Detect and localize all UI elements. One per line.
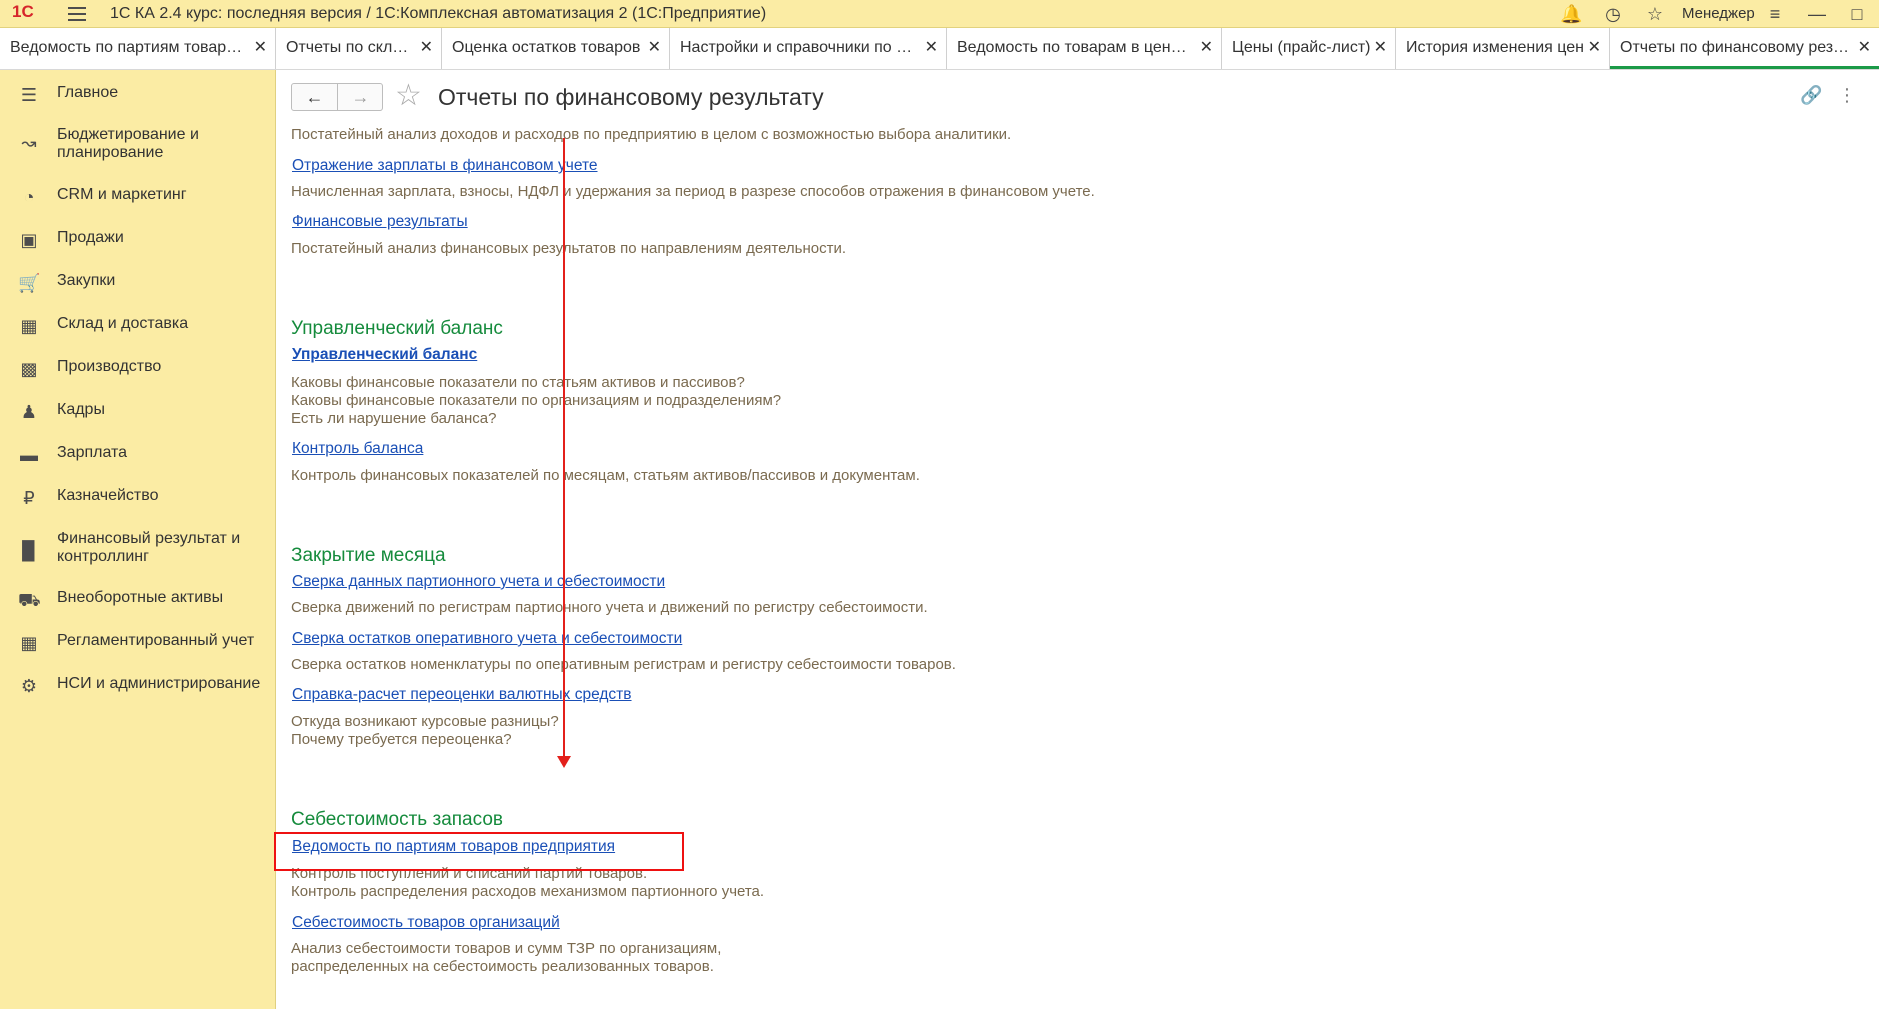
minimize-icon[interactable]: —: [1806, 3, 1828, 25]
report-link-management-balance[interactable]: Управленческий баланс: [292, 346, 477, 364]
report-link-balance-control[interactable]: Контроль баланса: [292, 440, 423, 458]
tab-price-list[interactable]: Цены (прайс-лист) ✕: [1222, 28, 1396, 69]
close-icon[interactable]: ✕: [254, 28, 267, 68]
annotation-arrow-head: [557, 756, 571, 768]
factory-icon: ▩: [20, 359, 38, 379]
title-bar: 1С 1С КА 2.4 курс: последняя версия / 1С…: [0, 0, 1879, 28]
bag-icon: ▣: [20, 230, 38, 250]
page-title: Отчеты по финансовому результату: [438, 84, 824, 110]
section-header-inventory-cost: Себестоимость запасов: [291, 809, 503, 830]
report-description: Начисленная зарплата, взносы, НДФЛ и уде…: [291, 183, 1095, 200]
more-actions-icon[interactable]: ⋮: [1836, 84, 1858, 106]
menu-icon: ☰: [20, 85, 38, 105]
annotation-highlight-box: [274, 832, 684, 871]
report-description: Постатейный анализ доходов и расходов по…: [291, 126, 1012, 143]
report-description: Каковы финансовые показатели по организа…: [291, 392, 782, 409]
history-icon[interactable]: ◷: [1602, 3, 1624, 25]
report-description: Постатейный анализ финансовых результато…: [291, 240, 847, 257]
forward-button[interactable]: →: [337, 84, 383, 110]
calculator-icon: ▦: [20, 633, 38, 653]
tab-goods-statement[interactable]: Ведомость по товарам в цен… ✕: [947, 28, 1222, 69]
report-link-batch-cost-reconciliation[interactable]: Сверка данных партионного учета и себест…: [292, 573, 665, 591]
close-icon[interactable]: ✕: [420, 28, 433, 68]
truck-icon: ⛟: [18, 590, 41, 610]
crm-icon: ◔: [23, 187, 35, 207]
report-description: Анализ себестоимости товаров и сумм ТЗР …: [291, 940, 722, 957]
wallet-icon: ▬: [20, 445, 38, 465]
report-description: Откуда возникают курсовые разницы?: [291, 713, 559, 730]
report-description: распределенных на себестоимость реализов…: [291, 958, 714, 975]
report-link-currency-revaluation[interactable]: Справка-расчет переоценки валютных средс…: [292, 686, 632, 704]
tab-batch-statement[interactable]: Ведомость по партиям товар… ✕: [0, 28, 276, 69]
report-link-salary-reflection[interactable]: Отражение зарплаты в финансовом учете: [292, 157, 598, 175]
add-to-favorites-star-icon[interactable]: ☆: [395, 80, 422, 112]
tab-stock-valuation[interactable]: Оценка остатков товаров ✕: [442, 28, 670, 69]
restore-window-icon[interactable]: □: [1846, 3, 1868, 25]
close-icon[interactable]: ✕: [1588, 28, 1601, 68]
report-link-financial-results[interactable]: Финансовые результаты: [292, 213, 468, 231]
report-description: Сверка движений по регистрам партионного…: [291, 599, 928, 616]
nav-buttons: ← →: [291, 83, 383, 111]
sections-sidebar: ☰ Главное ↝ Бюджетирование и планировани…: [0, 70, 276, 1009]
ruble-icon: ₽: [23, 488, 35, 508]
report-link-operational-balance-reconciliation[interactable]: Сверка остатков оперативного учета и себ…: [292, 630, 682, 648]
gear-icon: ⚙: [20, 676, 38, 696]
close-icon[interactable]: ✕: [925, 28, 938, 68]
tab-financial-result-reports[interactable]: Отчеты по финансовому резу… ✕: [1610, 28, 1879, 69]
notifications-bell-icon[interactable]: 🔔: [1560, 3, 1582, 25]
tab-settings-directories[interactable]: Настройки и справочники по … ✕: [670, 28, 947, 69]
close-icon[interactable]: ✕: [1374, 28, 1387, 68]
open-windows-tabs: Ведомость по партиям товар… ✕ Отчеты по с…: [0, 28, 1879, 70]
back-button[interactable]: ←: [292, 84, 337, 110]
close-icon[interactable]: ✕: [648, 28, 661, 68]
report-description: Почему требуется переоценка?: [291, 731, 512, 748]
tab-warehouse-reports[interactable]: Отчеты по складу ✕: [276, 28, 442, 69]
budget-icon: ↝: [21, 133, 37, 153]
warehouse-icon: ▦: [20, 316, 38, 336]
close-icon[interactable]: ✕: [1200, 28, 1213, 68]
favorites-star-icon[interactable]: ☆: [1644, 3, 1666, 25]
current-user[interactable]: Менеджер: [1682, 5, 1755, 22]
settings-menu-icon[interactable]: ≡: [1764, 3, 1786, 25]
annotation-arrow-line: [563, 138, 565, 764]
app-title: 1С КА 2.4 курс: последняя версия / 1С:Ко…: [110, 5, 767, 22]
1c-logo: 1С: [12, 2, 34, 21]
bar-chart-icon: ▉: [22, 541, 36, 561]
report-link-organization-goods-cost[interactable]: Себестоимость товаров организаций: [292, 914, 560, 932]
report-description: Контроль финансовых показателей по месяц…: [291, 467, 920, 484]
tab-price-history[interactable]: История изменения цен ✕: [1396, 28, 1610, 69]
section-header-balance: Управленческий баланс: [291, 318, 503, 339]
link-icon[interactable]: 🔗: [1800, 84, 1822, 106]
report-description: Контроль распределения расходов механизм…: [291, 883, 765, 900]
close-icon[interactable]: ✕: [1858, 28, 1871, 66]
report-description: Есть ли нарушение баланса?: [291, 410, 497, 427]
cart-icon: 🛒: [18, 273, 41, 293]
report-description: Каковы финансовые показатели по статьям …: [291, 374, 745, 391]
section-header-month-closing: Закрытие месяца: [291, 545, 446, 566]
report-description: Сверка остатков номенклатуры по оператив…: [291, 656, 956, 673]
main-menu-icon[interactable]: [68, 7, 86, 21]
person-icon: ♟: [20, 402, 38, 422]
